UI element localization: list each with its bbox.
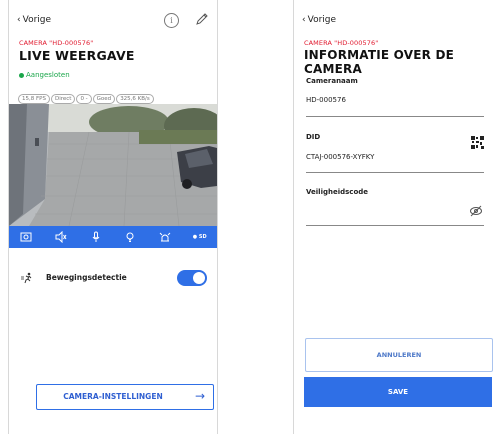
arrow-right-icon: →: [194, 389, 205, 403]
stat-chip: Goed: [92, 94, 116, 104]
stat-chip: 0 -: [76, 94, 92, 104]
status-text: Aangesloten: [26, 71, 70, 79]
camera-name-label: Cameranaam: [306, 77, 358, 85]
did-label: DID: [306, 133, 321, 141]
microphone-icon: [92, 231, 100, 242]
divider: [306, 172, 484, 173]
page-title: LIVE WEERGAVE: [19, 48, 135, 63]
info-icon[interactable]: i: [164, 13, 179, 28]
pencil-icon[interactable]: [195, 12, 209, 26]
live-view-screen: ‹ Vorige i CAMERA "HD-000576" LIVE WEERGA…: [8, 0, 218, 434]
quality-label: SD: [198, 234, 207, 240]
light-button[interactable]: [113, 226, 148, 248]
stream-stats: 15,8 FPS Direct 0 - Goed 325,6 KB/s: [18, 85, 155, 104]
did-value: CTAJ-000576-XYFKY: [306, 153, 375, 161]
back-label: Vorige: [307, 15, 337, 25]
save-label: SAVE: [387, 388, 409, 396]
motion-detection-row: Bewegingsdetectie: [9, 268, 217, 288]
snapshot-button[interactable]: [9, 226, 44, 248]
status-dot-icon: [19, 72, 24, 78]
camera-id-label: CAMERA "HD-000576": [304, 39, 379, 47]
divider: [306, 116, 484, 117]
qr-code-icon[interactable]: [471, 136, 484, 149]
quality-button[interactable]: ● SD: [182, 226, 217, 248]
motion-icon: [21, 272, 32, 284]
stat-chip: 15,8 FPS: [18, 94, 50, 104]
camera-id-label: CAMERA "HD-000576": [19, 39, 94, 47]
cancel-button[interactable]: ANNULEREN: [305, 338, 493, 372]
divider: [306, 225, 484, 226]
security-code-label: Veiligheidscode: [306, 188, 369, 196]
chevron-left-icon: ‹: [17, 15, 21, 25]
back-label: Vorige: [22, 15, 52, 25]
toggle-knob: [193, 272, 205, 284]
siren-icon: [159, 232, 171, 242]
live-video-feed[interactable]: [9, 104, 217, 226]
save-button[interactable]: SAVE: [304, 377, 492, 407]
eye-hidden-icon[interactable]: [469, 204, 483, 218]
camera-settings-label: CAMERA-INSTELLINGEN: [63, 392, 163, 401]
chevron-left-icon: ‹: [302, 15, 306, 25]
snapshot-icon: [20, 232, 32, 242]
camera-controls-toolbar: ● SD: [9, 226, 217, 248]
camera-info-screen: ‹ Vorige CAMERA "HD-000576" INFORMATIE OV…: [293, 0, 494, 434]
page-title: INFORMATIE OVER DE CAMERA: [304, 48, 455, 76]
stat-chip: 325,6 KB/s: [116, 94, 154, 104]
mute-speaker-icon: [55, 231, 67, 243]
back-button[interactable]: ‹ Vorige: [17, 15, 51, 25]
motion-label: Bewegingsdetectie: [46, 273, 127, 282]
cancel-label: ANNULEREN: [376, 351, 422, 359]
camera-name-value[interactable]: HD-000576: [306, 96, 346, 104]
connection-status: Aangesloten: [19, 71, 70, 79]
camera-settings-button[interactable]: CAMERA-INSTELLINGEN →: [36, 384, 214, 410]
light-bulb-icon: [126, 232, 134, 242]
microphone-button[interactable]: [78, 226, 113, 248]
siren-button[interactable]: [148, 226, 183, 248]
back-button[interactable]: ‹ Vorige: [302, 15, 336, 25]
mute-button[interactable]: [44, 226, 79, 248]
motion-toggle[interactable]: [177, 270, 207, 286]
top-bar: ‹ Vorige: [294, 12, 494, 32]
stat-chip: Direct: [50, 94, 76, 104]
top-bar: ‹ Vorige i: [9, 12, 217, 32]
